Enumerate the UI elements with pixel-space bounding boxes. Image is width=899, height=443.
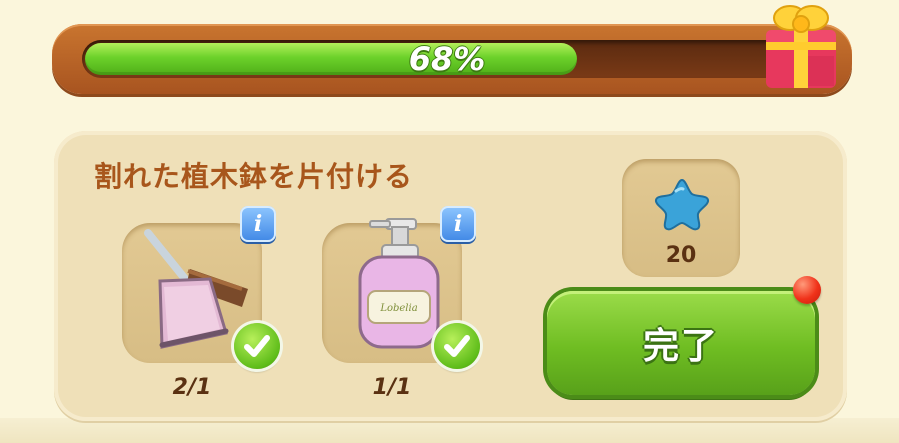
reward-slot: 20 — [622, 159, 740, 277]
task-panel: 割れた植木鉢を片付ける i 2/1 Lobelia i 1/1 20 完了 — [54, 131, 847, 421]
complete-button[interactable]: 完了 — [547, 291, 815, 395]
bottom-strip — [0, 418, 899, 443]
item-count-soap: 1/1 — [372, 375, 412, 400]
progress-percent-label: 68% — [408, 40, 486, 78]
reward-amount: 20 — [665, 243, 697, 268]
soap-bottle-icon: Lobelia — [358, 218, 440, 349]
notification-dot — [793, 276, 821, 304]
info-button-soap[interactable]: i — [440, 206, 476, 242]
complete-button-label: 完了 — [642, 326, 719, 367]
progress-track: 68% — [82, 40, 812, 78]
info-button-dustpan[interactable]: i — [240, 206, 276, 242]
progress-bar: 68% — [52, 24, 852, 94]
svg-text:Lobelia: Lobelia — [379, 303, 417, 314]
checkmark-icon-dustpan — [234, 323, 280, 369]
gift-box-icon[interactable] — [758, 0, 842, 92]
blue-star-icon — [654, 178, 710, 231]
checkmark-icon-soap — [434, 323, 480, 369]
item-count-dustpan: 2/1 — [172, 375, 212, 400]
task-title: 割れた植木鉢を片付ける — [94, 160, 414, 193]
